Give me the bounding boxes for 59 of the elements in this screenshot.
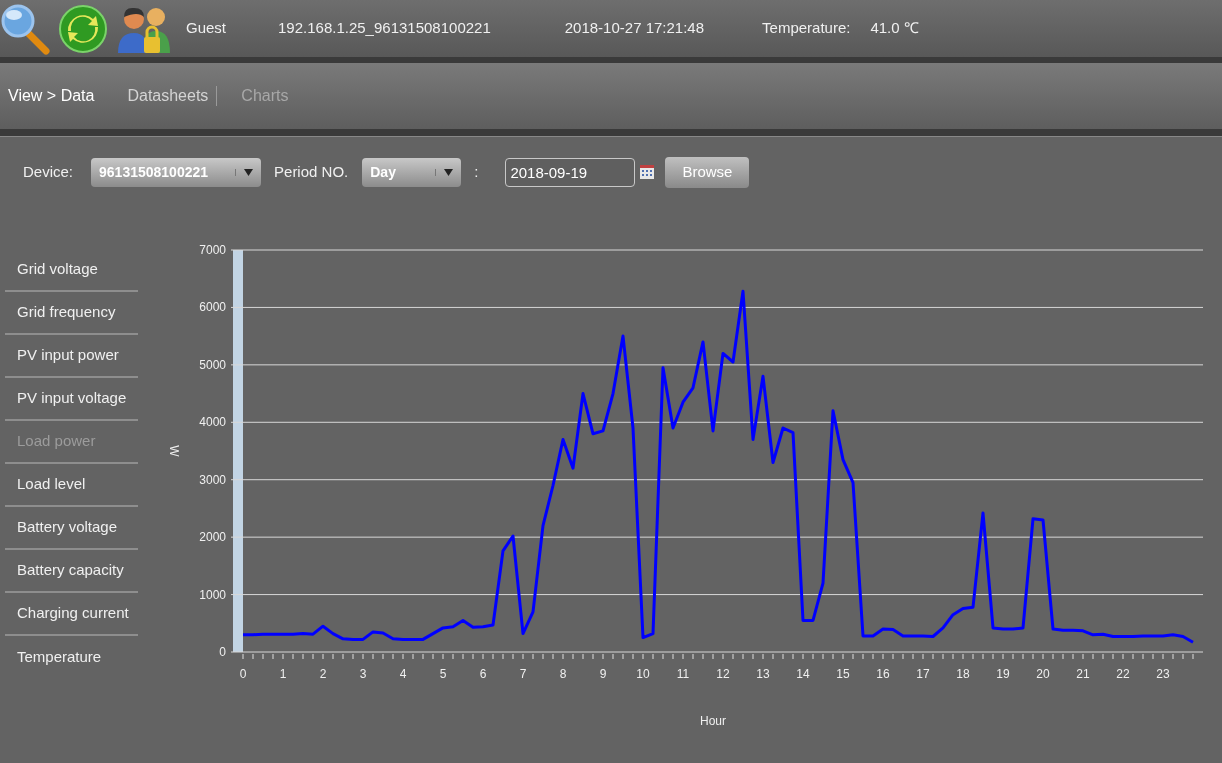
- x-tick-label: 9: [599, 667, 607, 681]
- date-field[interactable]: 2018-09-19: [505, 157, 636, 187]
- sidebar-item[interactable]: Grid voltage: [5, 249, 138, 292]
- separator-colon: :: [474, 161, 479, 182]
- y-tick-label: 2000: [199, 530, 226, 545]
- y-tick-label: 5000: [199, 357, 226, 372]
- x-tick-label: 11: [676, 667, 690, 681]
- y-tick-label: 1000: [199, 587, 226, 602]
- x-tick-label: 22: [1116, 667, 1130, 681]
- calendar-icon[interactable]: [639, 164, 656, 180]
- x-tick-label: 19: [996, 667, 1010, 681]
- x-tick-label: 3: [359, 667, 367, 681]
- sidebar-item[interactable]: Battery capacity: [5, 550, 138, 593]
- x-tick-label: 20: [1036, 667, 1050, 681]
- sidebar-item[interactable]: Charging current: [5, 593, 138, 636]
- search-icon[interactable]: [0, 2, 50, 55]
- y-tick-label: 0: [219, 645, 226, 659]
- temperature-value: 41.0 ℃: [870, 18, 919, 39]
- sidebar-item[interactable]: Load level: [5, 464, 138, 507]
- device-address: 192.168.1.25_96131508100221: [278, 18, 491, 39]
- device-label: Device:: [23, 161, 74, 182]
- x-axis-label: Hour: [700, 714, 726, 728]
- x-tick-label: 6: [479, 667, 487, 681]
- x-tick-label: 0: [239, 667, 247, 681]
- x-tick-label: 2: [319, 667, 327, 681]
- x-tick-label: 16: [876, 667, 890, 681]
- x-tick-label: 13: [756, 667, 770, 681]
- x-tick-label: 7: [519, 667, 527, 681]
- x-tick-label: 17: [916, 667, 930, 681]
- user-name: Guest: [186, 18, 227, 39]
- sidebar-item[interactable]: PV input power: [5, 335, 138, 378]
- x-tick-label: 23: [1156, 667, 1170, 681]
- x-tick-label: 4: [399, 667, 407, 681]
- x-tick-label: 5: [439, 667, 447, 681]
- period-label: Period NO.: [274, 161, 349, 182]
- y-tick-label: 4000: [199, 415, 226, 430]
- y-axis-label: W: [167, 445, 181, 457]
- sidebar-item[interactable]: Battery voltage: [5, 507, 138, 550]
- sidebar-item[interactable]: PV input voltage: [5, 378, 138, 421]
- breadcrumb: View > Data: [8, 86, 95, 106]
- sidebar-item[interactable]: Grid frequency: [5, 292, 138, 335]
- nav-tab[interactable]: Datasheets: [127, 84, 209, 108]
- x-tick-label: 14: [796, 667, 810, 681]
- y-tick-label: 3000: [199, 472, 226, 487]
- x-tick-label: 18: [956, 667, 970, 681]
- y-tick-label: 7000: [199, 243, 226, 257]
- sidebar-item[interactable]: Temperature: [5, 636, 138, 679]
- caret-icon: [444, 168, 454, 176]
- x-tick-label: 21: [1076, 667, 1090, 681]
- x-tick-label: 1: [279, 667, 287, 681]
- y-tick-label: 6000: [199, 300, 226, 315]
- refresh-icon[interactable]: [58, 3, 108, 54]
- x-tick-label: 12: [716, 667, 730, 681]
- x-tick-label: 10: [636, 667, 650, 681]
- temperature-label: Temperature:: [762, 18, 851, 39]
- date-time: 2018-10-27 17:21:48: [564, 18, 705, 39]
- caret-icon: [244, 168, 254, 176]
- x-tick-label: 8: [559, 667, 567, 681]
- x-tick-label: 15: [836, 667, 850, 681]
